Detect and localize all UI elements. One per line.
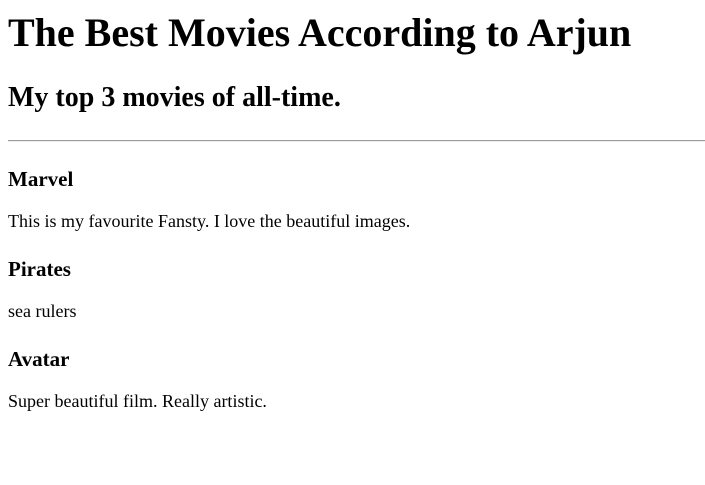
page-title: The Best Movies According to Arjun [8, 10, 632, 55]
movie-description: Super beautiful film. Really artistic. [8, 391, 267, 411]
movie-item-avatar: Avatar Super beautiful film. Really arti… [8, 346, 705, 412]
movie-item-marvel: Marvel This is my favourite Fansty. I lo… [8, 166, 705, 232]
movie-title: Marvel [8, 167, 74, 191]
movie-title: Pirates [8, 257, 71, 281]
page-subtitle: My top 3 movies of all-time. [8, 82, 341, 113]
movie-description: This is my favourite Fansty. I love the … [8, 211, 411, 231]
page: The Best Movies According to Arjun My to… [0, 10, 705, 412]
movie-list: Marvel This is my favourite Fansty. I lo… [8, 166, 705, 412]
movie-description: sea rulers [8, 301, 77, 321]
movie-item-pirates: Pirates sea rulers [8, 256, 705, 322]
movie-title: Avatar [8, 347, 70, 371]
divider [8, 140, 705, 142]
